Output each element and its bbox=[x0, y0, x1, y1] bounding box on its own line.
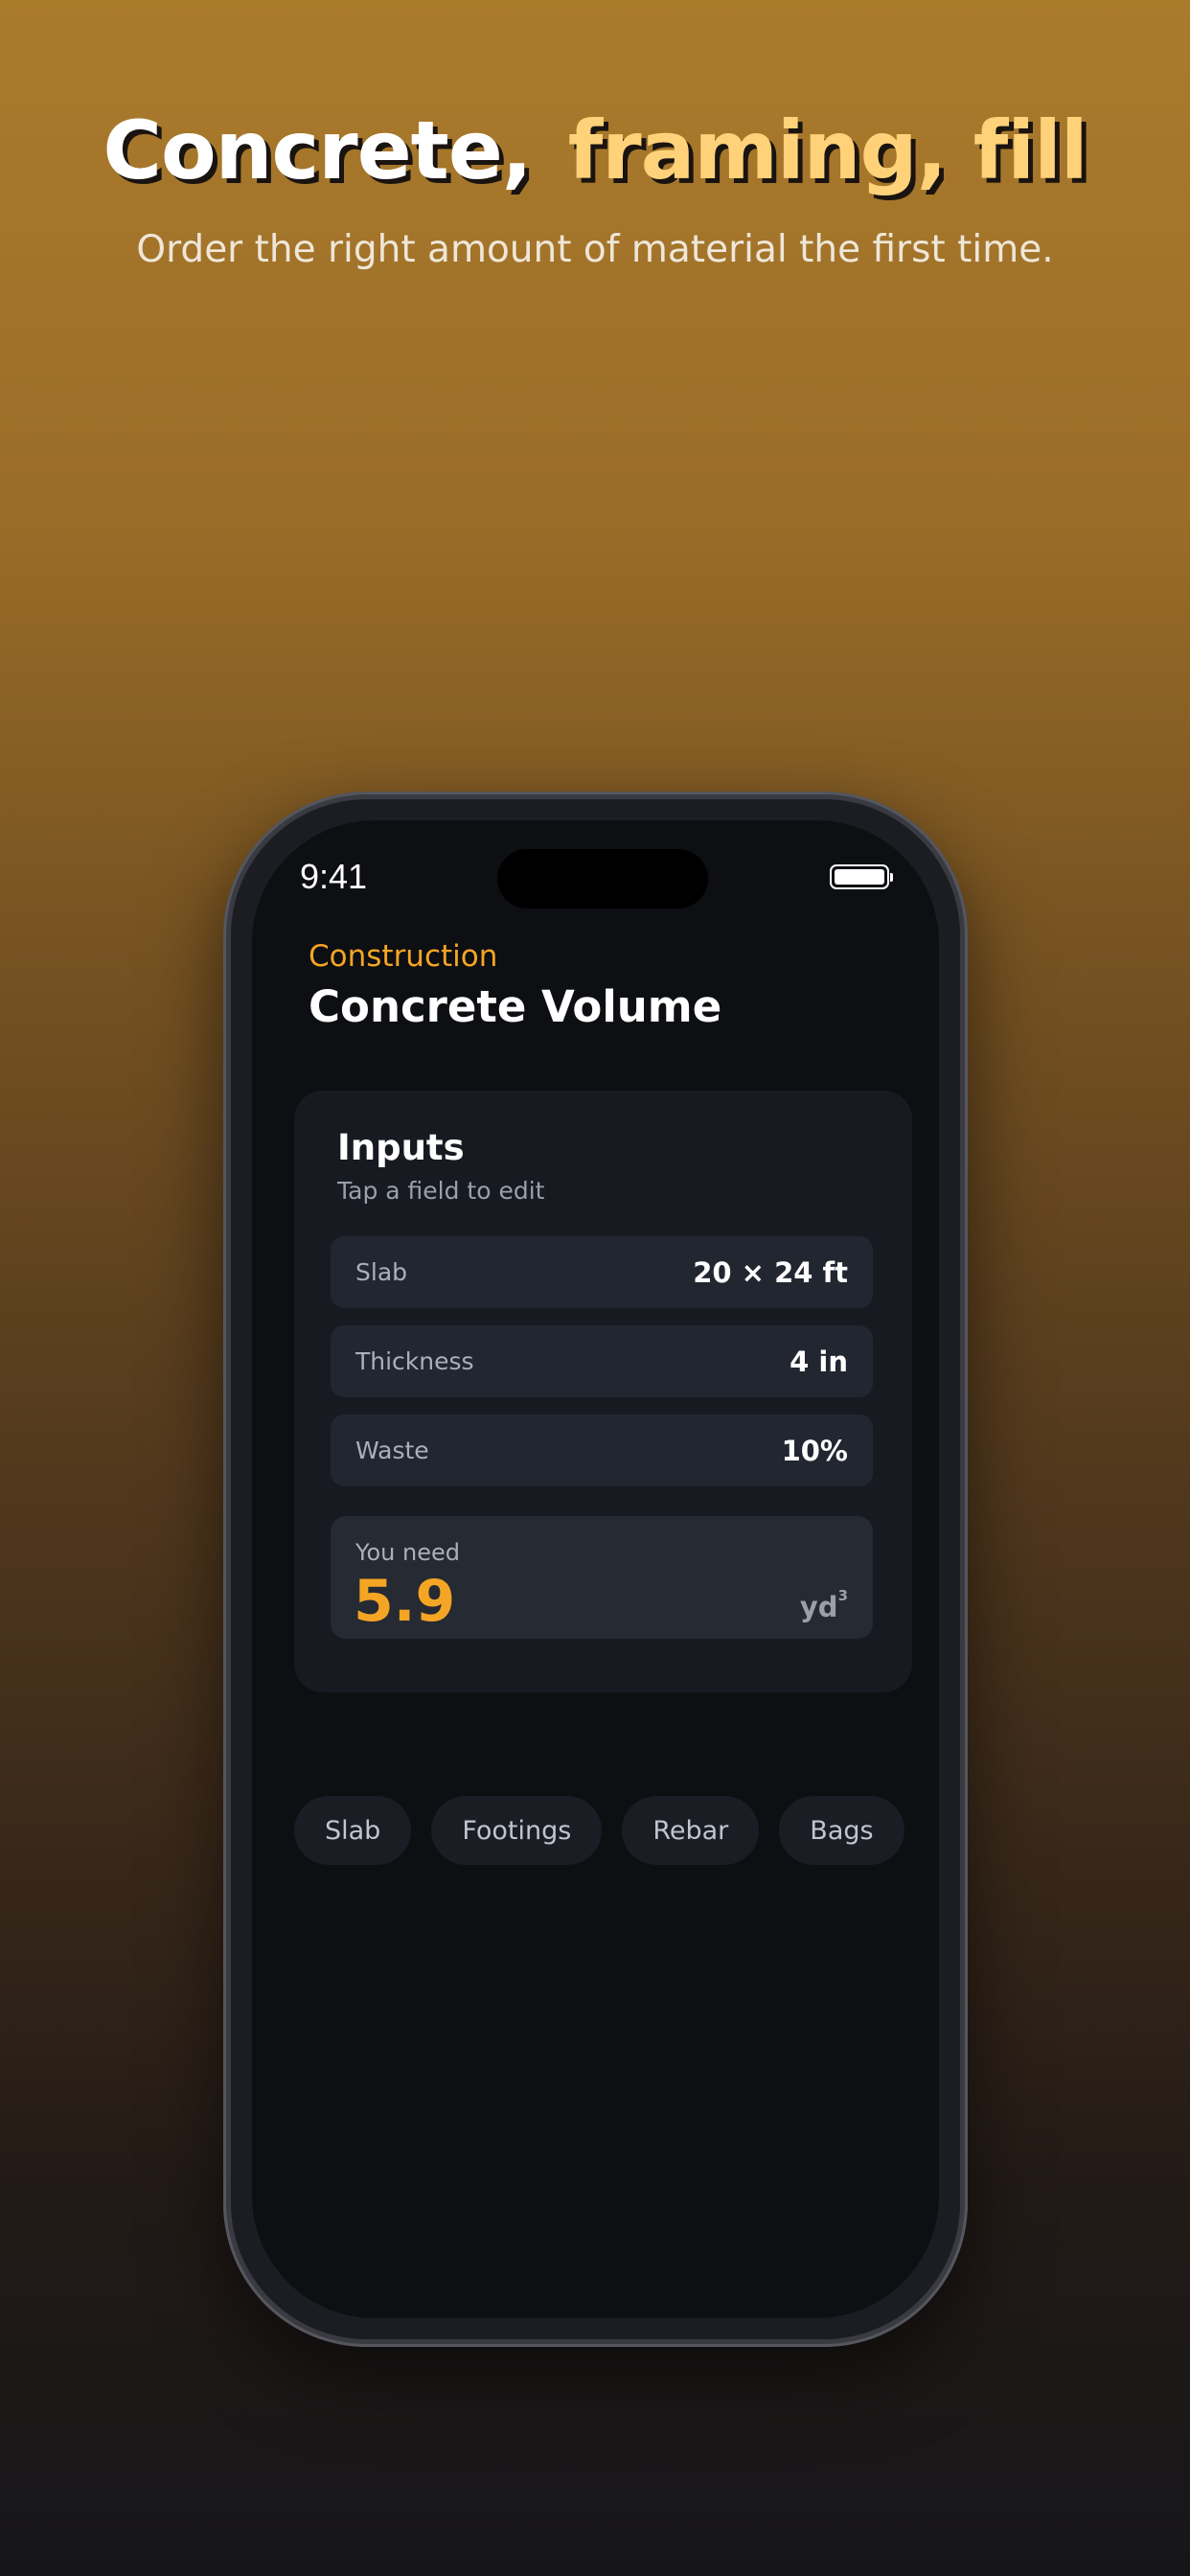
field-slab[interactable]: Slab 20 × 24 ft bbox=[331, 1236, 873, 1308]
hero-subtitle: Order the right amount of material the f… bbox=[136, 228, 1054, 271]
calculator-chips: Slab Footings Rebar Bags bbox=[294, 1796, 904, 1865]
result-value: 5.9 bbox=[354, 1568, 456, 1635]
inputs-card: Inputs Tap a field to edit Slab 20 × 24 … bbox=[294, 1091, 912, 1692]
chip-slab[interactable]: Slab bbox=[294, 1796, 412, 1865]
field-slab-value: 20 × 24 ft bbox=[693, 1255, 848, 1289]
field-slab-label: Slab bbox=[355, 1258, 408, 1286]
phone-bezel: 9:41 Construction Concrete Volume Inputs… bbox=[231, 799, 960, 2339]
chip-footings[interactable]: Footings bbox=[431, 1796, 603, 1865]
result-unit-base: yd bbox=[799, 1591, 838, 1623]
field-thickness[interactable]: Thickness 4 in bbox=[331, 1325, 873, 1397]
hero-headline-part1: Concrete, bbox=[103, 104, 532, 197]
chip-bags[interactable]: Bags bbox=[779, 1796, 904, 1865]
hero-headline: Concrete, framing, fill bbox=[0, 104, 1190, 197]
page-title: Concrete Volume bbox=[309, 981, 722, 1032]
field-thickness-label: Thickness bbox=[355, 1347, 474, 1375]
field-waste-label: Waste bbox=[355, 1437, 429, 1464]
hero-headline-part2: framing, fill bbox=[567, 104, 1088, 197]
battery-icon bbox=[830, 864, 893, 889]
result-label: You need bbox=[355, 1539, 460, 1566]
result-panel: You need 5.9 yd3 bbox=[331, 1516, 873, 1639]
inputs-card-subtitle: Tap a field to edit bbox=[337, 1177, 545, 1205]
status-time: 9:41 bbox=[300, 857, 368, 896]
result-unit: yd3 bbox=[799, 1587, 848, 1623]
inputs-card-title: Inputs bbox=[337, 1127, 465, 1168]
chip-rebar[interactable]: Rebar bbox=[622, 1796, 760, 1865]
phone-frame: 9:41 Construction Concrete Volume Inputs… bbox=[223, 792, 968, 2347]
field-thickness-value: 4 in bbox=[790, 1345, 848, 1378]
field-waste[interactable]: Waste 10% bbox=[331, 1414, 873, 1486]
phone-screen: 9:41 Construction Concrete Volume Inputs… bbox=[252, 820, 939, 2318]
result-unit-superscript: 3 bbox=[837, 1587, 848, 1604]
field-waste-value: 10% bbox=[781, 1434, 848, 1467]
battery-fill bbox=[835, 869, 884, 885]
screen-category: Construction bbox=[309, 939, 498, 974]
dynamic-island bbox=[497, 849, 708, 908]
